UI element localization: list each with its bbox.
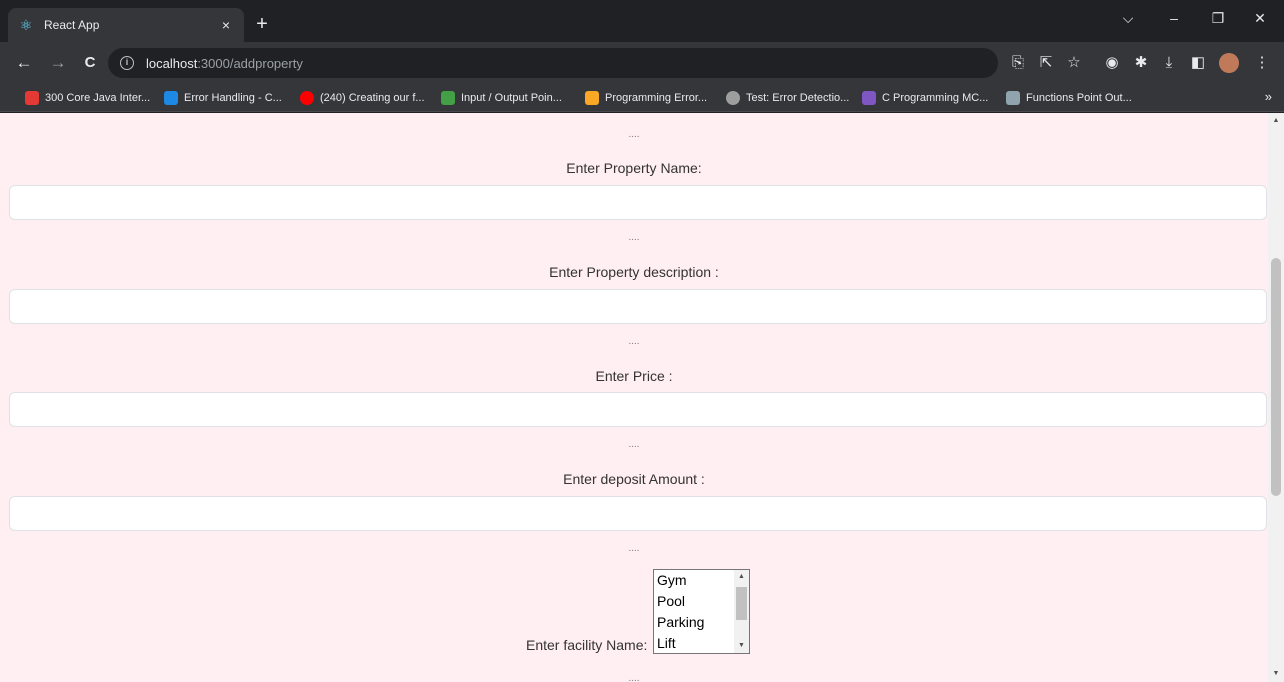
scroll-up-icon[interactable]: ▲ (734, 570, 749, 584)
scroll-down-icon[interactable]: ▼ (1268, 666, 1284, 682)
page-scrollbar[interactable]: ▲ ▼ (1268, 113, 1284, 682)
property-name-label: Enter Property Name: (566, 160, 702, 176)
url-text: localhost:3000/addproperty (146, 56, 303, 71)
bookmark-favicon-icon (441, 91, 455, 105)
add-property-form: .... Enter Property Name: .... Enter Pro… (0, 113, 1268, 682)
property-description-input[interactable] (9, 289, 1267, 324)
bookmark-star-icon[interactable]: ☆ (1062, 51, 1086, 75)
browser-toolbar: ← → C i localhost:3000/addproperty ⎘ ⇱ ☆… (0, 42, 1284, 84)
separator: .... (628, 336, 640, 347)
tab-strip: ⚛ React App × + ⌵ – ❐ ✕ (0, 0, 1284, 42)
scroll-up-icon[interactable]: ▲ (1268, 113, 1284, 129)
bookmark-label: C Programming MC... (882, 92, 989, 104)
separator: .... (628, 232, 640, 243)
extensions-icon[interactable]: ✱ (1129, 51, 1153, 75)
new-tab-button[interactable]: + (250, 13, 274, 35)
deposit-amount-input[interactable] (9, 496, 1267, 531)
side-panel-icon[interactable]: ◧ (1186, 51, 1210, 75)
minimize-button[interactable]: – (1154, 10, 1194, 26)
bookmark-favicon-icon (585, 91, 599, 105)
forward-button[interactable]: → (46, 51, 70, 75)
download-icon[interactable]: ⤓ (1157, 51, 1181, 75)
close-window-button[interactable]: ✕ (1240, 10, 1280, 27)
bookmark-favicon-icon (1006, 91, 1020, 105)
scrollbar-thumb[interactable] (736, 587, 747, 620)
separator: .... (628, 439, 640, 450)
bookmark-label: Input / Output Poin... (461, 92, 562, 104)
menu-icon[interactable]: ⋮ (1250, 51, 1274, 75)
bookmark-favicon-icon (726, 91, 740, 105)
bookmark-item[interactable]: Error Handling - C... (164, 89, 282, 107)
youtube-icon (300, 91, 314, 105)
bookmark-label: 300 Core Java Inter... (45, 92, 151, 104)
bookmark-label: Programming Error... (605, 92, 708, 104)
bookmark-item[interactable]: Programming Error... (585, 89, 707, 107)
price-input[interactable] (9, 392, 1267, 427)
property-description-label: Enter Property description : (549, 264, 719, 280)
separator: .... (628, 129, 640, 140)
bookmark-item[interactable]: Functions Point Out... (1006, 89, 1132, 107)
separator: .... (628, 673, 640, 682)
grammarly-icon[interactable]: ◉ (1100, 51, 1124, 75)
deposit-amount-label: Enter deposit Amount : (563, 471, 705, 487)
bookmark-item[interactable]: (240) Creating our f... (300, 89, 425, 107)
bookmark-favicon-icon (25, 91, 39, 105)
bookmark-item[interactable]: C Programming MC... (862, 89, 988, 107)
back-button[interactable]: ← (12, 51, 36, 75)
site-info-icon[interactable]: i (120, 56, 134, 70)
scroll-down-icon[interactable]: ▼ (734, 639, 749, 653)
share-icon[interactable]: ⇱ (1034, 51, 1058, 75)
bookmark-item[interactable]: Input / Output Poin... (441, 89, 562, 107)
bookmark-label: (240) Creating our f... (320, 92, 425, 104)
bookmark-label: Functions Point Out... (1026, 92, 1132, 104)
react-icon: ⚛ (19, 17, 33, 33)
install-icon[interactable]: ⎘ (1006, 51, 1030, 75)
bookmark-item[interactable]: 300 Core Java Inter... (25, 89, 150, 107)
bookmarks-bar: 300 Core Java Inter... Error Handling - … (0, 84, 1284, 112)
url-path: :3000/addproperty (197, 55, 303, 71)
facility-select[interactable]: Gym Pool Parking Lift ▲ ▼ (653, 569, 750, 654)
restore-button[interactable]: ❐ (1198, 10, 1238, 27)
bookmark-favicon-icon (164, 91, 178, 105)
tab-react-app[interactable]: ⚛ React App × (8, 8, 244, 42)
reload-button[interactable]: C (78, 51, 102, 75)
bookmark-favicon-icon (862, 91, 876, 105)
facility-name-label: Enter facility Name: (526, 637, 648, 653)
bookmark-item[interactable]: Test: Error Detectio... (726, 89, 849, 107)
address-bar[interactable]: i localhost:3000/addproperty (108, 48, 998, 78)
url-host: localhost (146, 55, 198, 71)
bookmark-label: Test: Error Detectio... (746, 92, 850, 104)
page-scrollbar-thumb[interactable] (1271, 258, 1281, 496)
facility-select-scrollbar[interactable]: ▲ ▼ (734, 570, 749, 653)
tab-search-icon[interactable]: ⌵ (1108, 10, 1148, 27)
bookmark-label: Error Handling - C... (184, 92, 282, 104)
separator: .... (628, 543, 640, 554)
price-label: Enter Price : (595, 368, 673, 384)
property-name-input[interactable] (9, 185, 1267, 220)
more-bookmarks-button[interactable]: » (1265, 89, 1272, 104)
tab-close-icon[interactable]: × (218, 17, 234, 33)
profile-avatar[interactable] (1219, 53, 1239, 73)
tab-title: React App (44, 18, 100, 32)
